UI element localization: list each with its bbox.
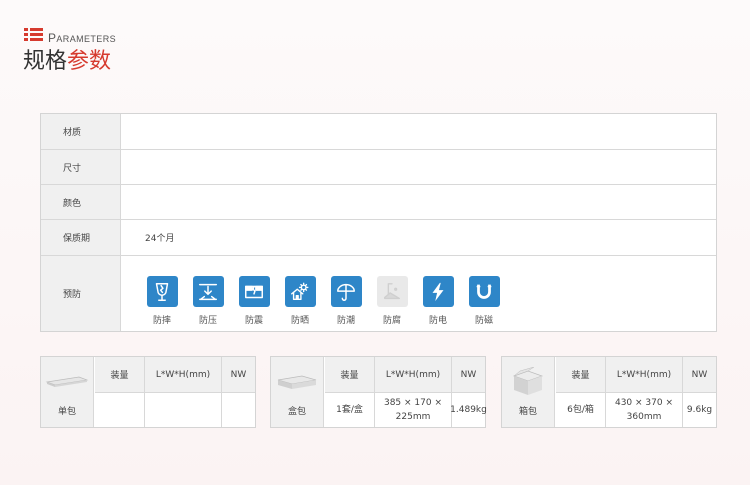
- nw-column: NW: [222, 357, 255, 427]
- package-type-label: 盒包: [287, 407, 306, 417]
- protection-icons: 防摔 防压 防震 防晒 防潮 防腐 防电 防磁: [122, 256, 716, 331]
- protection-label: 防晒: [290, 316, 309, 326]
- qty-header: 装量: [325, 357, 374, 393]
- nw-value: 9.6kg: [686, 405, 713, 415]
- param-label: 预防: [41, 256, 121, 331]
- nw-header: NW: [683, 357, 716, 393]
- nw-header: NW: [222, 357, 255, 393]
- package-type-cell: 单包: [41, 357, 94, 427]
- param-row-material: 材质: [41, 114, 716, 150]
- protection-item: 防潮: [321, 276, 371, 326]
- protection-label: 防磁: [474, 316, 493, 326]
- qty-value: [95, 393, 144, 427]
- param-row-size: 尺寸: [41, 150, 716, 185]
- anticorrosion-icon: [376, 276, 408, 307]
- sun-house-icon: [284, 276, 316, 307]
- dimension-column: L*W*H(mm) 430 × 370 × 360mm: [606, 357, 683, 427]
- broken-glass-icon: [146, 276, 178, 307]
- qty-column: 装量 6包/箱: [556, 357, 606, 427]
- protection-label: 防震: [244, 316, 263, 326]
- param-value: [122, 114, 716, 149]
- section-subtitle: Parameters: [48, 31, 117, 45]
- protection-item: 防晒: [275, 276, 325, 326]
- protection-item: 防电: [413, 276, 463, 326]
- param-label: 保质期: [41, 220, 121, 255]
- lightning-icon: [422, 276, 454, 307]
- section-title: 规格参数: [23, 49, 112, 74]
- dimension-header: L*W*H(mm): [375, 357, 451, 393]
- protection-label: 防压: [198, 316, 217, 326]
- magnet-icon: [468, 276, 500, 307]
- qty-header: 装量: [95, 357, 144, 393]
- qty-value: 6包/箱: [567, 405, 594, 415]
- press-down-icon: [192, 276, 224, 307]
- dimension-column: L*W*H(mm): [145, 357, 222, 427]
- package-type-cell: 箱包: [502, 357, 555, 427]
- param-label: 尺寸: [41, 150, 121, 184]
- dimension-value: [145, 393, 221, 427]
- dimension-column: L*W*H(mm) 385 × 170 × 225mm: [375, 357, 452, 427]
- param-value: [122, 150, 716, 184]
- protection-label: 防潮: [336, 316, 355, 326]
- dimension-header: L*W*H(mm): [606, 357, 682, 393]
- umbrella-icon: [330, 276, 362, 307]
- carton-icon: [512, 367, 544, 395]
- package-type-label: 单包: [57, 407, 76, 417]
- param-value: [122, 185, 716, 219]
- qty-value: 1套/盒: [336, 405, 363, 415]
- protection-item: 防摔: [137, 276, 187, 326]
- param-value: 24个月: [145, 234, 175, 244]
- protection-item: 防磁: [459, 276, 509, 326]
- nw-value: 1.489kg: [450, 405, 487, 415]
- protection-item: 防压: [183, 276, 233, 326]
- protection-label: 防电: [428, 316, 447, 326]
- package-table-box: 盒包 装量 1套/盒 L*W*H(mm) 385 × 170 × 225mm NW…: [270, 356, 487, 428]
- param-label: 材质: [41, 114, 121, 149]
- param-label: 颜色: [41, 185, 121, 219]
- qty-column: 装量: [95, 357, 145, 427]
- protection-item: 防腐: [367, 276, 417, 326]
- flat-package-icon: [45, 376, 89, 387]
- shockproof-icon: [238, 276, 270, 307]
- qty-column: 装量 1套/盒: [325, 357, 375, 427]
- dimension-value: 430 × 370 × 360mm: [614, 398, 674, 422]
- box-package-icon: [277, 375, 317, 389]
- list-icon: [24, 28, 43, 42]
- param-row-warranty: 保质期 24个月: [41, 220, 716, 256]
- nw-column: NW 1.489kg: [450, 357, 487, 427]
- qty-header: 装量: [556, 357, 605, 393]
- nw-column: NW 9.6kg: [683, 357, 716, 427]
- protection-label: 防腐: [382, 316, 401, 326]
- package-table-single: 单包 装量 L*W*H(mm) NW: [40, 356, 256, 428]
- nw-header: NW: [452, 357, 485, 393]
- protection-label: 防摔: [152, 316, 171, 326]
- package-type-label: 箱包: [518, 407, 537, 417]
- package-type-cell: 盒包: [271, 357, 324, 427]
- dimension-header: L*W*H(mm): [145, 357, 221, 393]
- nw-value: [222, 393, 255, 427]
- package-table-carton: 箱包 装量 6包/箱 L*W*H(mm) 430 × 370 × 360mm NW…: [501, 356, 717, 428]
- param-row-color: 颜色: [41, 185, 716, 220]
- parameters-table: 材质 尺寸 颜色 保质期 24个月 预防 防摔 防压 防震 防晒 防潮 防腐 防…: [40, 113, 717, 332]
- protection-item: 防震: [229, 276, 279, 326]
- dimension-value: 385 × 170 × 225mm: [383, 398, 443, 422]
- param-row-prevention: 预防 防摔 防压 防震 防晒 防潮 防腐 防电 防磁: [41, 256, 716, 331]
